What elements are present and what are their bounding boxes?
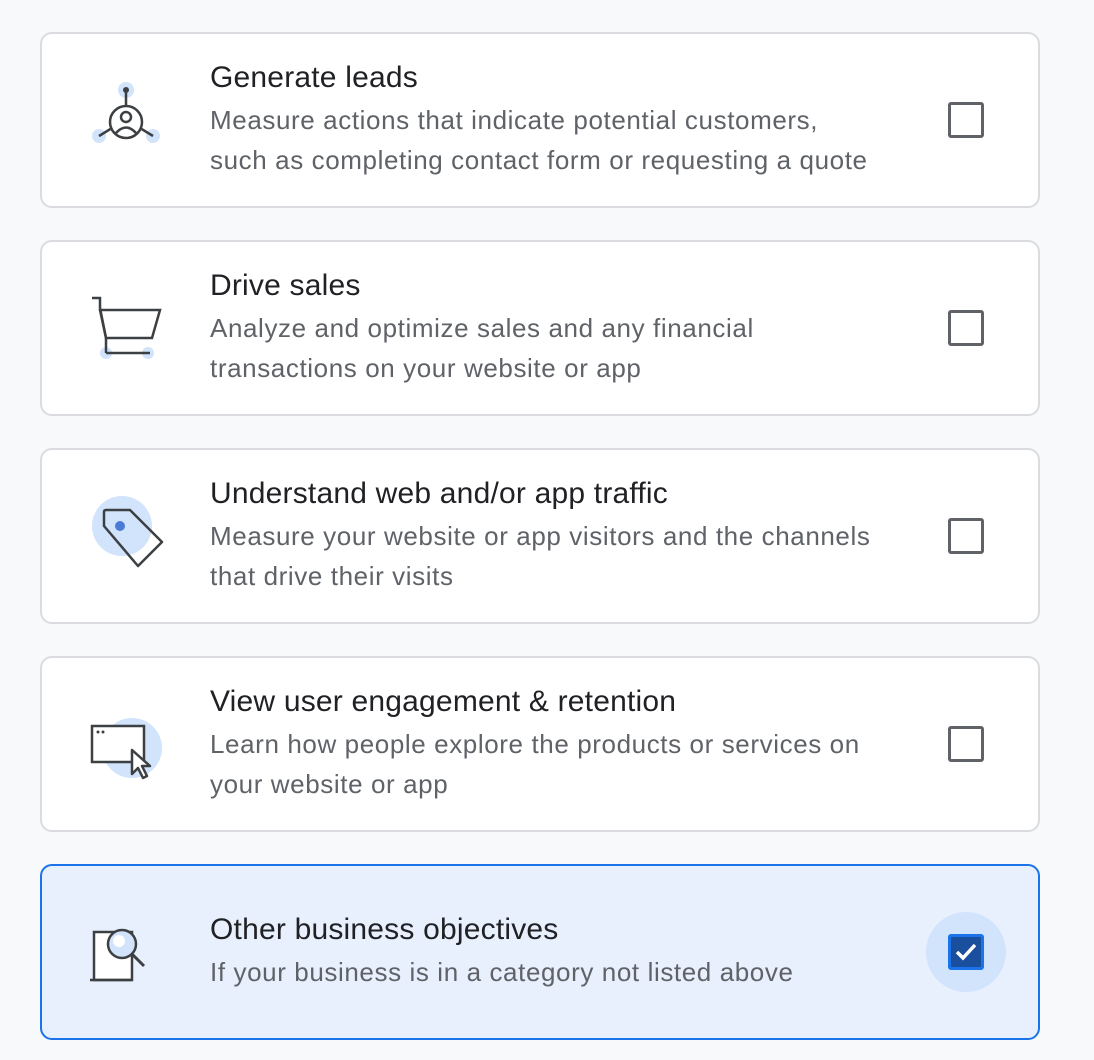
objective-title: Drive sales xyxy=(210,269,361,302)
objective-description: Analyze and optimize sales and any finan… xyxy=(210,308,918,388)
objective-title: Understand web and/or app traffic xyxy=(210,477,668,510)
objective-card-other-business[interactable]: Other business objectives If your busine… xyxy=(40,864,1040,1040)
checkbox-zone[interactable] xyxy=(926,496,1006,576)
objective-card-understand-traffic[interactable]: Understand web and/or app traffic Measur… xyxy=(40,448,1040,624)
checkbox-drive-sales[interactable] xyxy=(948,310,984,346)
checkbox-generate-leads[interactable] xyxy=(948,102,984,138)
browser-cursor-icon xyxy=(86,704,166,784)
objective-text: Drive sales Analyze and optimize sales a… xyxy=(210,268,918,388)
checkbox-zone[interactable] xyxy=(926,912,1006,992)
objective-description-line: Measure actions that indicate potential … xyxy=(210,105,819,135)
objective-text: Generate leads Measure actions that indi… xyxy=(210,60,918,180)
objective-text: Understand web and/or app traffic Measur… xyxy=(210,476,918,596)
magnifier-document-icon xyxy=(86,912,166,992)
objective-card-generate-leads[interactable]: Generate leads Measure actions that indi… xyxy=(40,32,1040,208)
objective-description: Learn how people explore the products or… xyxy=(210,724,918,804)
objective-description-line: If your business is in a category not li… xyxy=(210,957,794,987)
objective-card-drive-sales[interactable]: Drive sales Analyze and optimize sales a… xyxy=(40,240,1040,416)
checkbox-other-business[interactable] xyxy=(948,934,984,970)
tag-icon xyxy=(86,496,166,576)
checkbox-user-engagement[interactable] xyxy=(948,726,984,762)
objective-description: Measure your website or app visitors and… xyxy=(210,516,918,596)
objective-description: Measure actions that indicate potential … xyxy=(210,100,918,180)
objective-title: View user engagement & retention xyxy=(210,685,677,718)
objective-text: Other business objectives If your busine… xyxy=(210,912,918,992)
objective-description-line: Measure your website or app visitors and… xyxy=(210,521,871,551)
objective-description: If your business is in a category not li… xyxy=(210,952,918,992)
checkbox-understand-traffic[interactable] xyxy=(948,518,984,554)
objective-description-line: that drive their visits xyxy=(210,561,454,591)
objective-description-line: Analyze and optimize sales and any finan… xyxy=(210,313,754,343)
objective-title: Generate leads xyxy=(210,61,418,94)
lead-network-icon xyxy=(86,80,166,160)
objective-description-line: such as completing contact form or reque… xyxy=(210,145,868,175)
checkbox-zone[interactable] xyxy=(926,80,1006,160)
objective-card-user-engagement[interactable]: View user engagement & retention Learn h… xyxy=(40,656,1040,832)
objective-description-line: your website or app xyxy=(210,769,449,799)
shopping-cart-icon xyxy=(86,288,166,368)
objective-description-line: Learn how people explore the products or… xyxy=(210,729,860,759)
objective-text: View user engagement & retention Learn h… xyxy=(210,684,918,804)
objective-description-line: transactions on your website or app xyxy=(210,353,642,383)
checkbox-zone[interactable] xyxy=(926,704,1006,784)
checkmark-icon xyxy=(955,943,977,961)
objective-title: Other business objectives xyxy=(210,913,559,946)
checkbox-zone[interactable] xyxy=(926,288,1006,368)
